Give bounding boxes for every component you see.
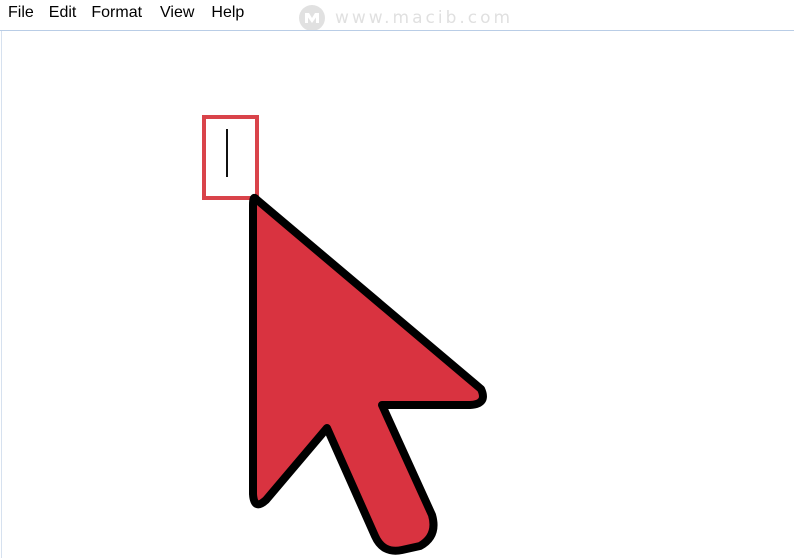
- mouse-pointer-icon: [249, 193, 487, 555]
- notepad-window: File Edit Format View Help www.macib.com: [0, 0, 794, 558]
